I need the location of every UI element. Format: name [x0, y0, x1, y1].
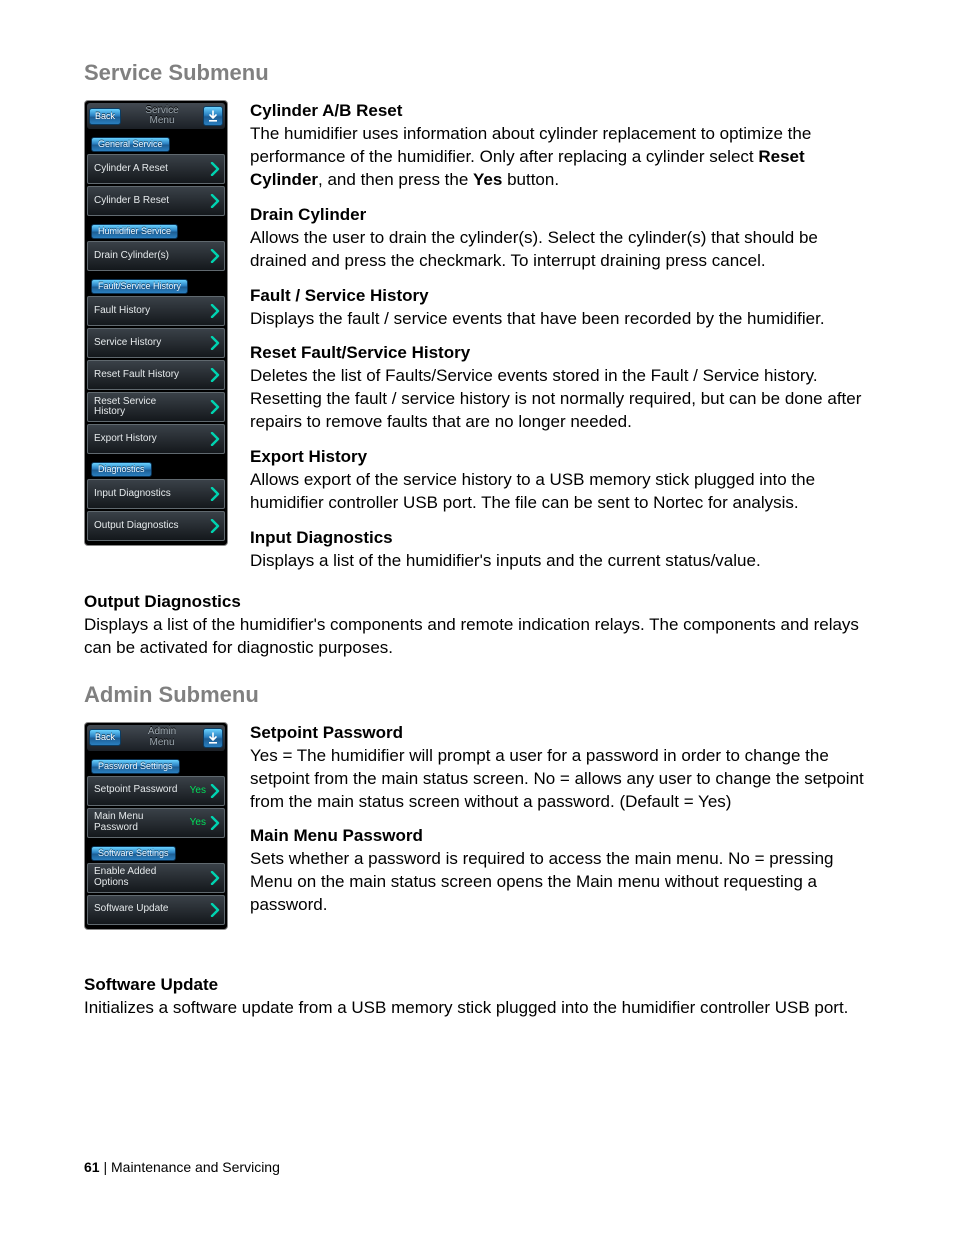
chevron-right-icon: [210, 336, 220, 350]
chevron-right-icon: [210, 816, 220, 830]
panel-title: AdminMenu: [121, 727, 203, 748]
back-button[interactable]: Back: [89, 729, 121, 746]
menu-drain-cylinders[interactable]: Drain Cylinder(s): [87, 241, 225, 271]
chevron-right-icon: [210, 249, 220, 263]
group-software-settings: Software Settings: [91, 846, 176, 861]
item-setpoint-password: Setpoint Password Yes = The humidifier w…: [250, 722, 870, 814]
chevron-right-icon: [210, 487, 220, 501]
item-cylinder-ab-reset: Cylinder A/B Reset The humidifier uses i…: [250, 100, 870, 192]
group-general-service: General Service: [91, 137, 170, 152]
value-setpoint-password: Yes: [190, 785, 206, 796]
menu-service-history[interactable]: Service History: [87, 328, 225, 358]
item-export-history: Export History Allows export of the serv…: [250, 446, 870, 515]
menu-cylinder-b-reset[interactable]: Cylinder B Reset: [87, 186, 225, 216]
group-fault-service-history: Fault/Service History: [91, 279, 188, 294]
menu-main-menu-password[interactable]: Main Menu Password Yes: [87, 808, 225, 838]
item-reset-fault-service-history: Reset Fault/Service History Deletes the …: [250, 342, 870, 434]
group-password-settings: Password Settings: [91, 759, 180, 774]
menu-enable-added-options[interactable]: Enable Added Options: [87, 863, 225, 893]
chevron-right-icon: [210, 903, 220, 917]
chevron-right-icon: [210, 400, 220, 414]
menu-cylinder-a-reset[interactable]: Cylinder A Reset: [87, 154, 225, 184]
menu-fault-history[interactable]: Fault History: [87, 296, 225, 326]
panel-header: Back AdminMenu: [87, 725, 225, 751]
chevron-right-icon: [210, 368, 220, 382]
menu-export-history[interactable]: Export History: [87, 424, 225, 454]
download-icon[interactable]: [203, 728, 223, 748]
chevron-right-icon: [210, 519, 220, 533]
admin-heading: Admin Submenu: [84, 682, 870, 708]
back-button[interactable]: Back: [89, 108, 121, 125]
item-input-diagnostics: Input Diagnostics Displays a list of the…: [250, 527, 870, 573]
admin-panel: Back AdminMenu Password Settings Setpoin…: [84, 722, 228, 930]
item-main-menu-password: Main Menu Password Sets whether a passwo…: [250, 825, 870, 917]
chevron-right-icon: [210, 871, 220, 885]
chevron-right-icon: [210, 194, 220, 208]
group-diagnostics: Diagnostics: [91, 462, 152, 477]
chevron-right-icon: [210, 304, 220, 318]
panel-title: ServiceMenu: [121, 106, 203, 127]
value-main-menu-password: Yes: [190, 817, 206, 828]
menu-output-diagnostics[interactable]: Output Diagnostics: [87, 511, 225, 541]
menu-reset-fault-history[interactable]: Reset Fault History: [87, 360, 225, 390]
chevron-right-icon: [210, 784, 220, 798]
service-heading: Service Submenu: [84, 60, 870, 86]
chevron-right-icon: [210, 432, 220, 446]
item-fault-service-history: Fault / Service History Displays the fau…: [250, 285, 870, 331]
service-panel: Back ServiceMenu General Service Cylinde…: [84, 100, 228, 546]
menu-input-diagnostics[interactable]: Input Diagnostics: [87, 479, 225, 509]
group-humidifier-service: Humidifier Service: [91, 224, 178, 239]
chevron-right-icon: [210, 162, 220, 176]
menu-setpoint-password[interactable]: Setpoint Password Yes: [87, 776, 225, 806]
menu-reset-service-history[interactable]: Reset Service History: [87, 392, 225, 422]
item-output-diagnostics: Output Diagnostics Displays a list of th…: [84, 591, 870, 660]
panel-header: Back ServiceMenu: [87, 103, 225, 129]
menu-software-update[interactable]: Software Update: [87, 895, 225, 925]
item-drain-cylinder: Drain Cylinder Allows the user to drain …: [250, 204, 870, 273]
item-software-update: Software Update Initializes a software u…: [84, 974, 870, 1020]
footer: 61 | Maintenance and Servicing: [84, 1159, 280, 1175]
download-icon[interactable]: [203, 106, 223, 126]
